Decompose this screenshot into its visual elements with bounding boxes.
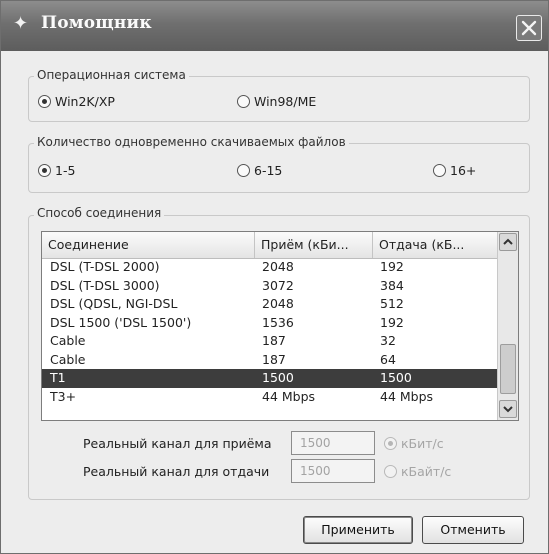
radio-indicator [38,95,51,108]
real-upload-label: Реальный канал для отдачи [83,464,270,479]
list-rows: DSL (T-DSL 2000) 2048 192 DSL (T-DSL 3000)… [42,258,498,406]
radio-files-6-15[interactable]: 6-15 [237,163,282,178]
window-title: Помощник [41,13,152,33]
list-row[interactable]: Cable 187 32 [42,332,498,351]
radio-unit-kbyte[interactable]: кБайт/с [384,464,451,479]
connection-group-label: Способ соединения [34,206,165,220]
close-button[interactable] [516,15,542,41]
list-row[interactable]: DSL (T-DSL 3000) 3072 384 [42,277,498,296]
chevron-down-icon [503,406,513,413]
scroll-up-button[interactable] [499,233,517,251]
list-scrollbar[interactable] [497,232,518,420]
cell-upload: 192 [380,259,404,274]
cell-upload: 44 Mbps [380,388,434,404]
cell-connection: DSL (T-DSL 3000) [50,277,160,293]
assistant-dialog: ✦ Помощник Операционная система Win2K/XP… [0,0,549,554]
column-header-upload[interactable]: Отдача (кБ... [373,232,498,258]
radio-unit-kbit[interactable]: кБит/с [384,436,444,451]
cell-download: 1500 [262,370,294,385]
cell-connection: DSL 1500 ('DSL 1500') [50,314,192,330]
cell-upload: 192 [380,314,404,330]
cell-upload: 1500 [380,370,412,385]
radio-label: кБит/с [401,436,444,451]
cell-upload: 384 [380,277,404,293]
real-upload-field[interactable]: 1500 [291,459,375,483]
radio-indicator [433,164,446,177]
radio-files-16-plus[interactable]: 16+ [433,163,476,178]
scroll-down-button[interactable] [499,400,517,418]
cell-connection: Cable [50,351,86,367]
real-download-label: Реальный канал для приёма [83,436,272,451]
radio-indicator [384,437,397,450]
cell-download: 3072 [262,277,294,293]
radio-indicator [384,465,397,478]
radio-indicator [237,95,250,108]
wand-icon: ✦ [13,13,29,34]
radio-win98-me[interactable]: Win98/ME [237,94,316,109]
title-bar[interactable]: ✦ Помощник [1,1,548,51]
cell-upload: 64 [380,351,396,367]
cell-connection: DSL (T-DSL 2000) [50,259,160,274]
cell-connection: T3+ [50,388,77,404]
list-row-selected[interactable]: T1 1500 1500 [42,369,498,388]
close-icon [521,20,537,36]
column-header-connection[interactable]: Соединение [42,232,255,258]
list-header: Соединение Приём (кБи... Отдача (кБ... [42,232,498,259]
cell-connection: DSL (QDSL, NGI-DSL [50,296,178,311]
radio-indicator [237,164,250,177]
cell-download: 2048 [262,259,294,274]
cell-download: 187 [262,351,286,367]
cancel-button[interactable]: Отменить [422,516,524,544]
list-row[interactable]: DSL (T-DSL 2000) 2048 192 [42,258,498,277]
cell-connection: Cable [50,333,86,348]
list-row[interactable]: Cable 187 64 [42,351,498,370]
radio-win2k-xp[interactable]: Win2K/XP [38,94,115,109]
cell-download: 44 Mbps [262,388,316,404]
chevron-up-icon [503,238,513,245]
radio-label: кБайт/с [401,464,452,479]
column-header-download[interactable]: Приём (кБи... [255,232,373,258]
scroll-thumb[interactable] [500,344,516,394]
cell-connection: T1 [50,370,66,385]
cell-download: 1536 [262,314,294,330]
radio-indicator [38,164,51,177]
radio-label: 16+ [450,163,477,178]
radio-label: 6-15 [254,163,283,178]
connection-list[interactable]: Соединение Приём (кБи... Отдача (кБ... D… [41,231,519,421]
real-download-field[interactable]: 1500 [291,431,375,455]
cell-upload: 512 [380,296,404,311]
files-group-label: Количество одновременно скачиваемых файл… [34,135,349,149]
cell-download: 2048 [262,296,294,311]
list-row[interactable]: DSL (QDSL, NGI-DSL 2048 512 [42,295,498,314]
radio-label: 1-5 [55,163,76,178]
list-row[interactable]: DSL 1500 ('DSL 1500') 1536 192 [42,314,498,333]
os-group-label: Операционная система [34,68,189,82]
apply-button[interactable]: Применить [303,516,413,544]
radio-label: Win2K/XP [55,94,115,109]
radio-files-1-5[interactable]: 1-5 [38,163,75,178]
cell-download: 187 [262,333,286,348]
radio-label: Win98/ME [254,94,317,109]
cell-upload: 32 [380,333,396,348]
list-row[interactable]: T3+ 44 Mbps 44 Mbps [42,388,498,407]
